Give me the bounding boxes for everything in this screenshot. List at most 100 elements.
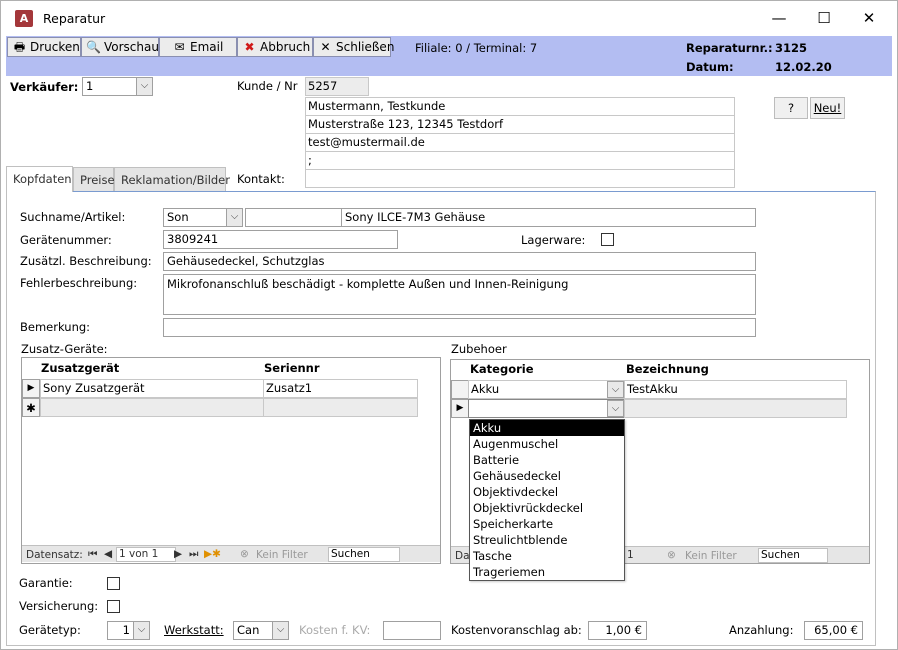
anzahlung-field[interactable]: 65,00 €	[804, 621, 863, 640]
verkaeufer-label: Verkäufer:	[10, 80, 79, 94]
new-seriennr-cell[interactable]	[263, 398, 418, 417]
new-kategorie-dropdown-button[interactable]: ⌵	[607, 400, 624, 417]
previous-record-icon[interactable]: ◀	[104, 546, 112, 562]
kunde-nr-field[interactable]: 5257	[305, 77, 369, 96]
dropdown-option-objektivrueckdeckel[interactable]: Objektivrückdeckel	[470, 500, 624, 516]
kostenvoranschlag-field[interactable]: 1,00 €	[588, 621, 647, 640]
minimize-button[interactable]: —	[757, 3, 801, 33]
record-position-field[interactable]: 1 von 1	[116, 547, 176, 562]
address-line-2: Musterstraße 123, 12345 Testdorf	[305, 115, 735, 134]
next-record-icon[interactable]: ▶	[174, 546, 182, 562]
dropdown-option-streulichtblende[interactable]: Streulichtblende	[470, 532, 624, 548]
access-app-icon: A	[15, 10, 33, 27]
versicherung-checkbox[interactable]	[107, 600, 120, 613]
kategorie-dropdown-list: Akku Augenmuschel Batterie Gehäusedeckel…	[469, 419, 625, 581]
record-pointer-icon: ▶	[456, 403, 464, 413]
garantie-label: Garantie:	[19, 576, 73, 590]
chevron-down-icon: ⌵	[230, 211, 239, 222]
bezeichnung-cell[interactable]: TestAkku	[624, 380, 847, 399]
email-button[interactable]: ✉ Email	[159, 37, 237, 57]
lagerware-checkbox[interactable]	[601, 233, 614, 246]
werkstatt-combo[interactable]: Can	[233, 621, 273, 640]
lagerware-label: Lagerware:	[521, 233, 586, 247]
new-zusatzgeraet-cell[interactable]	[40, 398, 264, 417]
datum-label: Datum:	[686, 60, 734, 74]
suchname-extra-field[interactable]	[245, 208, 343, 227]
title-bar: A Reparatur — ☐ ✕	[1, 1, 897, 35]
geraetetyp-dropdown-button[interactable]: ⌵	[133, 621, 150, 640]
last-record-icon[interactable]: ⏭	[189, 546, 198, 562]
record-position-partial[interactable]: 1	[627, 547, 634, 563]
suchname-label: Suchname/Artikel:	[20, 210, 126, 224]
versicherung-label: Versicherung:	[19, 599, 99, 613]
bezeichnung-column-header[interactable]: Bezeichnung	[626, 362, 709, 376]
geraetetyp-combo[interactable]: 1	[107, 621, 134, 640]
new-record-selector[interactable]: ✱	[22, 398, 40, 417]
tab-reklamation-bilder[interactable]: Reklamation/Bilder	[114, 167, 230, 191]
zusatz-beschreibung-label: Zusätzl. Beschreibung:	[20, 254, 152, 268]
neu-button[interactable]: Neu!	[810, 97, 845, 119]
dropdown-option-tasche[interactable]: Tasche	[470, 548, 624, 564]
seriennr-column-header[interactable]: Seriennr	[264, 361, 320, 375]
kategorie-dropdown-button[interactable]: ⌵	[607, 381, 624, 398]
datensatz-label-truncated: Da	[455, 550, 470, 562]
reparaturnr-label: Reparaturnr.:	[686, 41, 773, 55]
zusatzgeraete-title: Zusatz-Geräte:	[21, 342, 108, 356]
dropdown-option-gehaeusedeckel[interactable]: Gehäusedeckel	[470, 468, 624, 484]
kategorie-cell[interactable]: Akku	[468, 380, 625, 399]
zubehoer-title: Zubehoer	[451, 342, 507, 356]
kein-filter-text[interactable]: Kein Filter	[256, 547, 308, 563]
kein-filter-text[interactable]: Kein Filter	[685, 548, 737, 564]
verkaeufer-combo[interactable]: 1	[82, 77, 137, 96]
kategorie-column-header[interactable]: Kategorie	[470, 362, 534, 376]
new-bezeichnung-cell[interactable]	[624, 399, 847, 418]
dropdown-option-augenmuschel[interactable]: Augenmuschel	[470, 436, 624, 452]
tab-preise[interactable]: Preise	[73, 167, 115, 191]
werkstatt-dropdown-button[interactable]: ⌵	[272, 621, 289, 640]
zusatzgeraet-cell[interactable]: Sony Zusatzgerät	[40, 379, 264, 398]
envelope-icon: ✉	[174, 40, 185, 54]
first-record-icon[interactable]: ⏮	[88, 546, 97, 562]
filter-icon: ⊗	[667, 549, 676, 561]
dropdown-option-trageriemen[interactable]: Trageriemen	[470, 564, 624, 580]
tab-kopfdaten[interactable]: Kopfdaten	[6, 166, 73, 192]
datum-value: 12.02.20	[775, 60, 832, 74]
kontakt-field[interactable]	[305, 169, 735, 188]
kosten-kv-field[interactable]	[383, 621, 441, 640]
close-button[interactable]: ✕	[847, 3, 891, 33]
seriennr-cell[interactable]: Zusatz1	[263, 379, 418, 398]
chevron-down-icon: ⌵	[611, 384, 620, 395]
maximize-button[interactable]: ☐	[802, 3, 846, 33]
new-kategorie-cell[interactable]	[468, 399, 625, 418]
geraetenummer-field[interactable]: 3809241	[163, 230, 398, 249]
chevron-down-icon: ⌵	[137, 624, 146, 635]
row-selector-current[interactable]: ▶	[22, 379, 40, 398]
help-button[interactable]: ?	[774, 97, 808, 119]
anzahlung-label: Anzahlung:	[729, 623, 794, 637]
suchname-combo[interactable]: Son	[163, 208, 227, 227]
abbruch-button[interactable]: ✖ Abbruch	[237, 37, 313, 57]
new-record-icon[interactable]: ▶✱	[204, 546, 221, 562]
suchname-dropdown-button[interactable]: ⌵	[226, 208, 243, 227]
window-title: Reparatur	[43, 11, 106, 26]
dropdown-option-batterie[interactable]: Batterie	[470, 452, 624, 468]
artikel-field[interactable]: Sony ILCE-7M3 Gehäuse	[341, 208, 756, 227]
zusatz-beschreibung-field[interactable]: Gehäusedeckel, Schutzglas	[163, 252, 756, 271]
search-field[interactable]: Suchen	[328, 547, 400, 562]
cancel-icon: ✖	[244, 40, 255, 54]
verkaeufer-dropdown-button[interactable]: ⌵	[136, 77, 153, 96]
dropdown-option-akku[interactable]: Akku	[470, 420, 624, 436]
vorschau-button[interactable]: 🔍 Vorschau	[81, 37, 159, 57]
dropdown-option-objektivdeckel[interactable]: Objektivdeckel	[470, 484, 624, 500]
zubehoer-row-selector[interactable]	[451, 380, 469, 399]
garantie-checkbox[interactable]	[107, 577, 120, 590]
fehlerbeschreibung-field[interactable]: Mikrofonanschluß beschädigt - komplette …	[163, 274, 756, 315]
drucken-button[interactable]: 🖶 Drucken	[7, 37, 81, 57]
printer-icon: 🖶	[13, 40, 26, 54]
zubehoer-new-row-selector[interactable]: ▶	[451, 399, 469, 418]
zusatzgeraet-column-header[interactable]: Zusatzgerät	[41, 361, 119, 375]
search-field[interactable]: Suchen	[758, 548, 828, 563]
bemerkung-field[interactable]	[163, 318, 756, 337]
schliessen-button[interactable]: ✕ Schließen	[313, 37, 394, 57]
dropdown-option-speicherkarte[interactable]: Speicherkarte	[470, 516, 624, 532]
